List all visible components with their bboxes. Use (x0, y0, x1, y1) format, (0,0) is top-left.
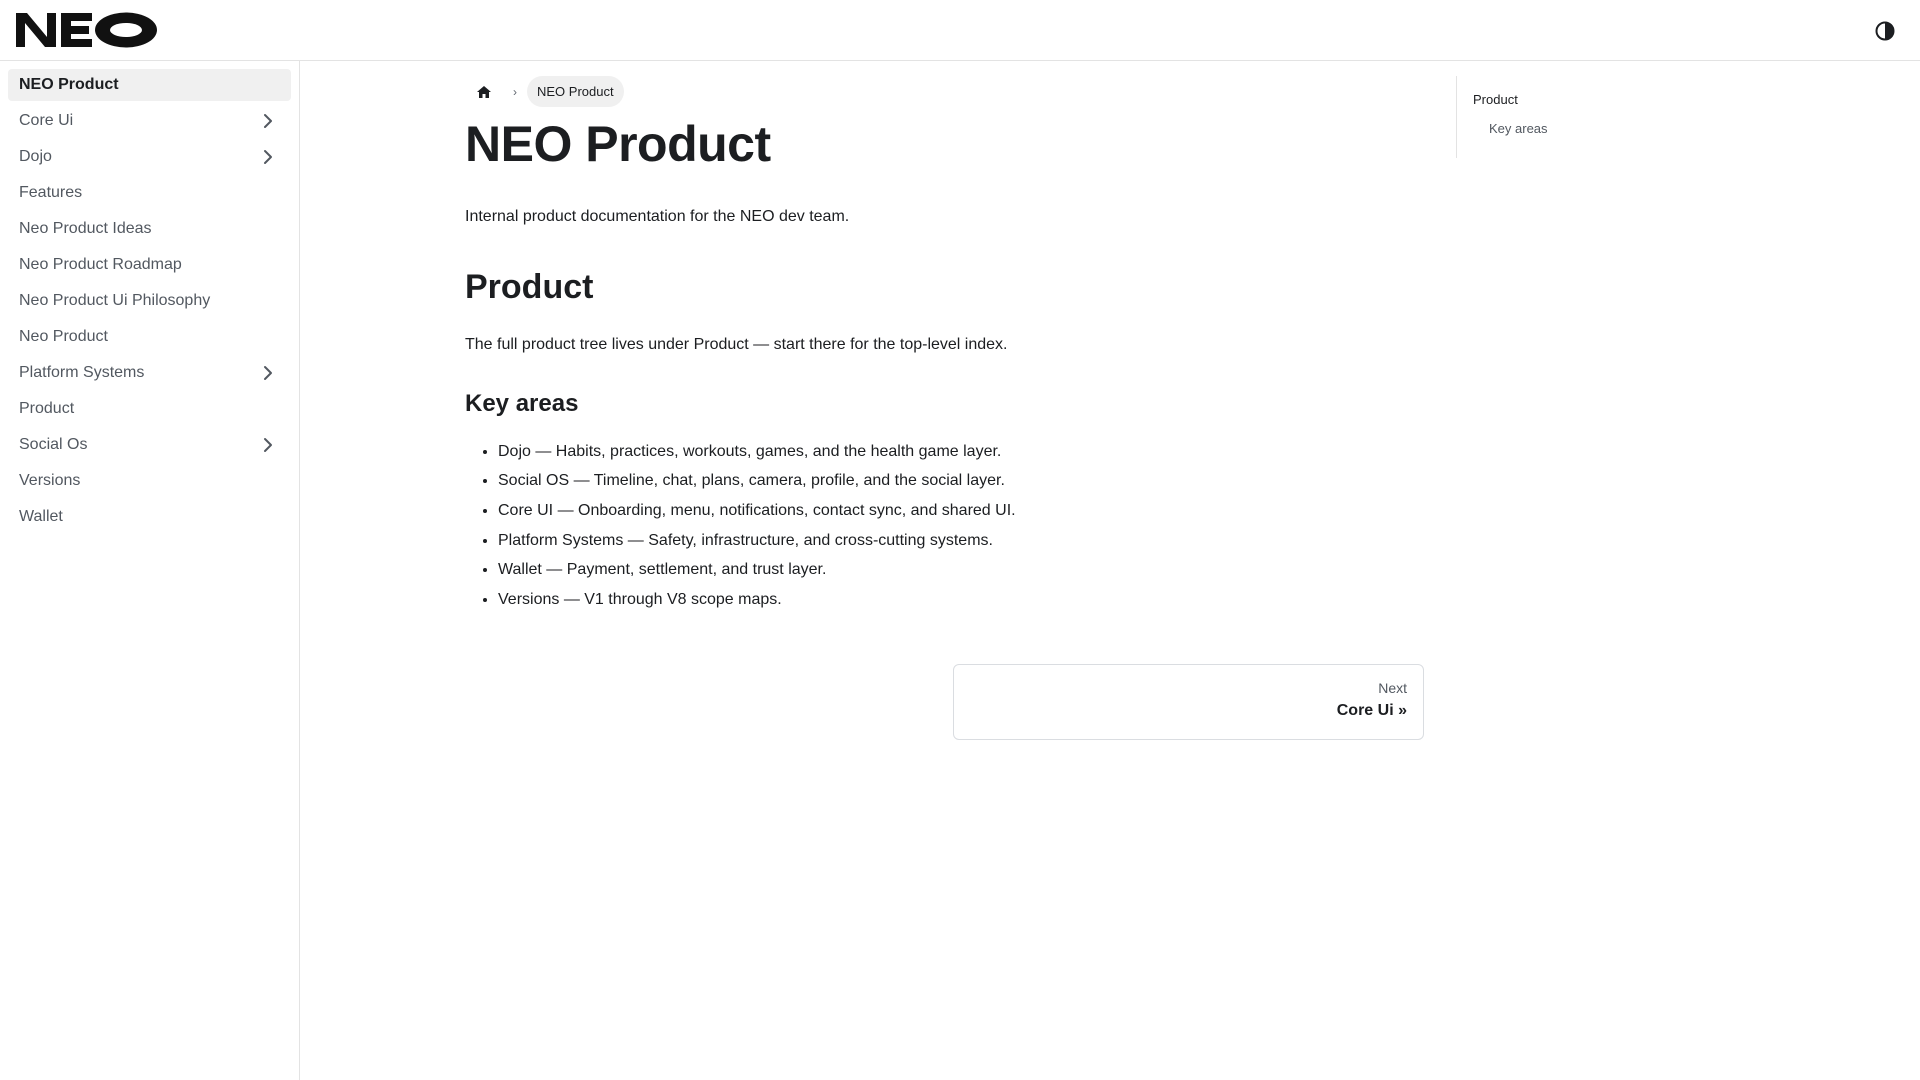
sidebar-item[interactable]: Neo Product (8, 321, 291, 353)
sidebar-item[interactable]: Features (8, 177, 291, 209)
neo-logo-mark (16, 12, 157, 48)
sidebar-item-label: Neo Product Roadmap (19, 256, 182, 273)
key-areas-heading: Key areas (465, 389, 579, 417)
sidebar-item[interactable]: Neo Product Roadmap (8, 249, 291, 281)
list-item: Versions — V1 through V8 scope maps. (498, 587, 1425, 613)
sidebar-item-label: NEO Product (19, 76, 119, 93)
breadcrumb: › NEO Product (465, 76, 1425, 107)
sidebar-item[interactable]: NEO Product (8, 69, 291, 101)
sidebar-item[interactable]: Versions (8, 465, 291, 497)
sidebar-item-label: Core Ui (19, 112, 74, 129)
chevron-right-icon[interactable] (256, 361, 280, 385)
theme-toggle-button[interactable] (1870, 16, 1900, 46)
page-title: NEO Product (465, 116, 771, 172)
list-item: Core UI — Onboarding, menu, notification… (498, 498, 1425, 524)
home-icon (477, 85, 491, 98)
sidebar-item-label: Versions (19, 472, 81, 489)
sidebar-item-label: Product (19, 400, 75, 417)
list-item: Wallet — Payment, settlement, and trust … (498, 557, 1425, 583)
key-areas-list: Dojo — Habits, practices, workouts, game… (465, 439, 1425, 613)
sidebar-item-label: Neo Product Ideas (19, 220, 152, 237)
list-item: Social OS — Timeline, chat, plans, camer… (498, 468, 1425, 494)
breadcrumb-home[interactable] (465, 76, 503, 107)
product-heading: Product (465, 267, 594, 306)
pager-sub-label: Next (1378, 680, 1407, 696)
breadcrumb-current: NEO Product (527, 76, 624, 107)
chevron-right-icon[interactable] (256, 145, 280, 169)
sidebar-item[interactable]: Product (8, 393, 291, 425)
sidebar-item-label: Social Os (19, 436, 88, 453)
chevron-right-icon[interactable] (256, 109, 280, 133)
product-text: The full product tree lives under Produc… (465, 336, 1008, 354)
sidebar-item-label: Neo Product (19, 328, 108, 345)
neo-logo[interactable] (16, 11, 158, 49)
sidebar-item-label: Features (19, 184, 83, 201)
sidebar-item[interactable]: Wallet (8, 501, 291, 533)
sidebar-item[interactable]: Core Ui (8, 105, 291, 137)
sidebar-item-label: Neo Product Ui Philosophy (19, 292, 211, 309)
next-page-link[interactable]: Next Core Ui » (953, 664, 1424, 740)
contrast-icon (1875, 21, 1895, 41)
toc-link[interactable]: Key areas (1489, 121, 1696, 138)
table-of-contents: Product Key areas (1456, 76, 1696, 158)
sidebar-item[interactable]: Dojo (8, 141, 291, 173)
sidebar-item-label: Platform Systems (19, 364, 145, 381)
list-item: Platform Systems — Safety, infrastructur… (498, 528, 1425, 554)
chevron-right-icon[interactable] (256, 433, 280, 457)
navbar (0, 0, 1920, 61)
sidebar-item[interactable]: Neo Product Ui Philosophy (8, 285, 291, 317)
sidebar-item-label: Dojo (19, 148, 52, 165)
breadcrumb-separator: › (513, 84, 517, 99)
intro-text: Internal product documentation for the N… (465, 208, 850, 225)
sidebar: NEO Product Core Ui Dojo Features Neo Produc… (0, 61, 300, 1080)
pager-label: Core Ui » (1336, 702, 1407, 720)
sidebar-item[interactable]: Neo Product Ideas (8, 213, 291, 245)
sidebar-item[interactable]: Platform Systems (8, 357, 291, 389)
sidebar-item-label: Wallet (19, 508, 63, 525)
main-content: › NEO Product NEO Product Internal produ… (465, 61, 1425, 740)
sidebar-item[interactable]: Social Os (8, 429, 291, 461)
toc-link[interactable]: Product (1473, 92, 1696, 109)
list-item: Dojo — Habits, practices, workouts, game… (498, 439, 1425, 465)
